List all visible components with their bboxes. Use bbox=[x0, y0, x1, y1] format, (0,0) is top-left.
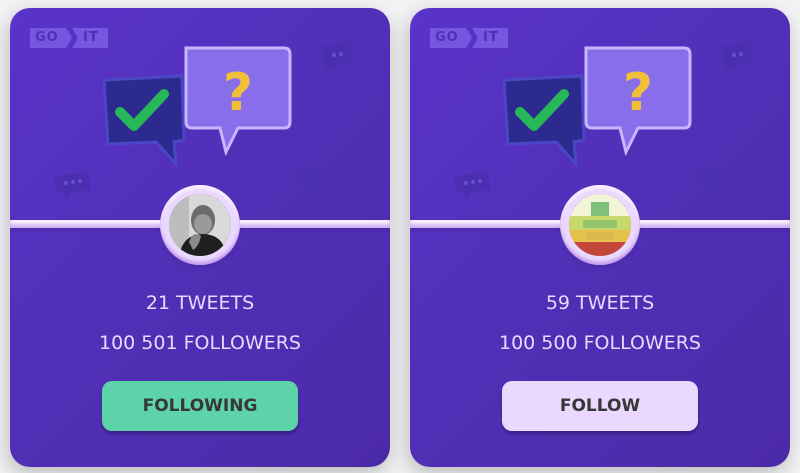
avatar bbox=[569, 194, 631, 256]
followers-count: 100 500 FOLLOWERS bbox=[499, 332, 701, 354]
svg-text:?: ? bbox=[223, 63, 253, 123]
user-card: GO IT ? bbox=[10, 8, 390, 467]
question-answer-illustration: ? bbox=[502, 46, 692, 169]
chat-bubble-icon bbox=[322, 42, 352, 74]
user-card: GO IT ? bbox=[410, 8, 790, 467]
checkmark-bubble-icon bbox=[102, 74, 186, 169]
heart-icon bbox=[700, 168, 730, 195]
follow-button[interactable]: FOLLOW bbox=[502, 381, 698, 431]
logo-text-left: GO bbox=[435, 30, 459, 45]
avatar bbox=[169, 194, 231, 256]
chat-bubble-icon bbox=[54, 172, 90, 200]
logo-text-left: GO bbox=[35, 30, 59, 45]
tweets-count: 59 TWEETS bbox=[545, 292, 655, 314]
following-button[interactable]: FOLLOWING bbox=[102, 381, 298, 431]
logo-text-right: IT bbox=[83, 30, 99, 45]
avatar-frame bbox=[160, 185, 240, 265]
question-answer-illustration: ? bbox=[102, 46, 292, 169]
tweets-count: 21 TWEETS bbox=[145, 292, 255, 314]
question-bubble-icon: ? bbox=[584, 46, 692, 157]
logo-text-right: IT bbox=[483, 30, 499, 45]
followers-count: 100 501 FOLLOWERS bbox=[99, 332, 301, 354]
question-bubble-icon: ? bbox=[184, 46, 292, 157]
chat-bubble-icon bbox=[722, 42, 752, 74]
checkmark-bubble-icon bbox=[502, 74, 586, 169]
goit-logo: GO IT bbox=[430, 28, 508, 48]
avatar-frame bbox=[560, 185, 640, 265]
chat-bubble-icon bbox=[454, 172, 490, 200]
svg-text:?: ? bbox=[623, 63, 653, 123]
heart-icon bbox=[300, 168, 330, 195]
goit-logo: GO IT bbox=[30, 28, 108, 48]
